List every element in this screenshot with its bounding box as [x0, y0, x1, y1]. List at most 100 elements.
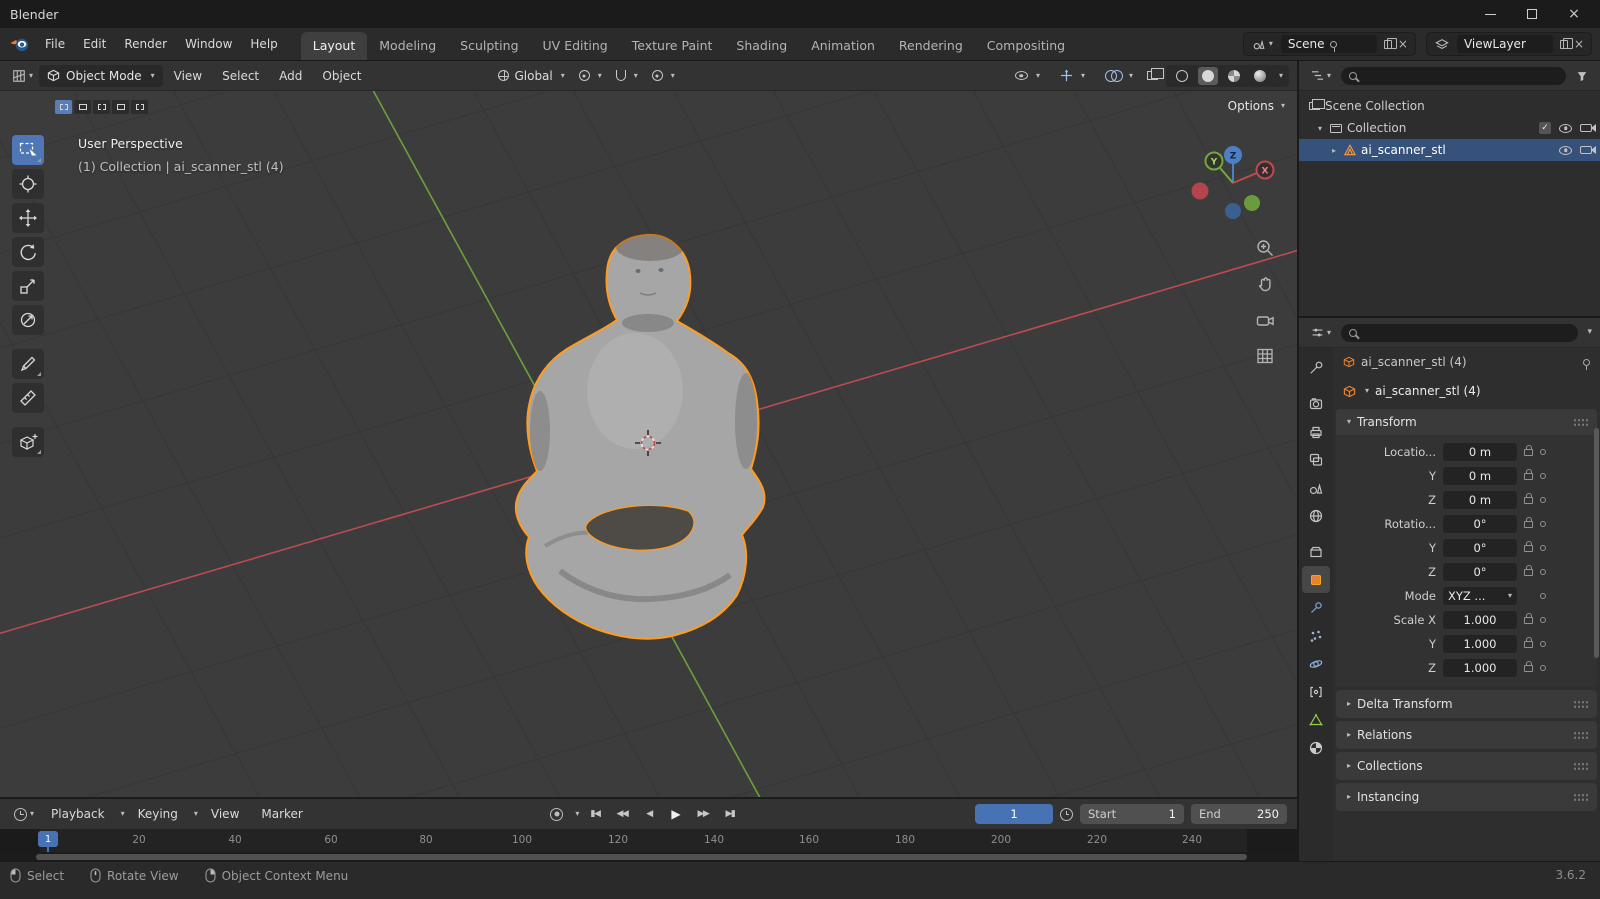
- rotation-x-field[interactable]: 0°: [1443, 515, 1517, 533]
- jump-to-end-button[interactable]: ▶▮: [718, 804, 741, 824]
- timeline-scrollbar[interactable]: [0, 852, 1297, 861]
- tab-object[interactable]: [1302, 566, 1330, 593]
- xray-toggle[interactable]: [1146, 68, 1164, 80]
- select-mode-intersect[interactable]: [131, 100, 148, 114]
- tab-tool[interactable]: [1302, 354, 1330, 381]
- render-visibility-icon[interactable]: [1580, 124, 1596, 132]
- tab-texture-paint[interactable]: Texture Paint: [620, 32, 725, 60]
- tab-object-data[interactable]: [1302, 706, 1330, 733]
- transform-section-header[interactable]: ▾ Transform: [1336, 409, 1597, 435]
- auto-keyframe-button[interactable]: [545, 804, 568, 824]
- menu-file[interactable]: File: [36, 33, 74, 55]
- menu-timeline-view[interactable]: View: [202, 803, 248, 825]
- next-keyframe-button[interactable]: ▶▶: [691, 804, 714, 824]
- rotate-tool[interactable]: [12, 237, 44, 267]
- animate-dot[interactable]: [1540, 665, 1546, 671]
- maximize-button[interactable]: [1524, 6, 1540, 22]
- tab-scene[interactable]: [1302, 474, 1330, 501]
- drag-grip-icon[interactable]: [1573, 792, 1589, 802]
- select-mode-subtract[interactable]: [93, 100, 110, 114]
- render-visibility-icon[interactable]: [1580, 146, 1596, 154]
- close-button[interactable]: ×: [1566, 6, 1582, 22]
- object-name-field[interactable]: ai_scanner_stl (4): [1375, 384, 1481, 398]
- lock-icon[interactable]: [1524, 565, 1533, 576]
- location-z-field[interactable]: 0 m: [1443, 491, 1517, 509]
- jump-to-start-button[interactable]: ▮◀: [583, 804, 606, 824]
- end-frame-field[interactable]: End 250: [1190, 804, 1287, 824]
- menu-help[interactable]: Help: [241, 33, 286, 55]
- lock-icon[interactable]: [1524, 445, 1533, 456]
- measure-tool[interactable]: [12, 383, 44, 413]
- shading-material-button[interactable]: [1224, 67, 1244, 85]
- menu-render[interactable]: Render: [115, 33, 176, 55]
- rotation-z-field[interactable]: 0°: [1443, 563, 1517, 581]
- tab-layout[interactable]: Layout: [300, 32, 368, 60]
- outliner-search-field[interactable]: [1341, 66, 1566, 85]
- tab-shading[interactable]: Shading: [724, 32, 799, 60]
- current-frame-field[interactable]: 1: [974, 804, 1053, 824]
- options-dropdown[interactable]: Options ▾: [1228, 99, 1285, 113]
- properties-scrollbar[interactable]: [1594, 428, 1599, 658]
- tab-view-layer[interactable]: [1302, 446, 1330, 473]
- cursor-tool[interactable]: [12, 169, 44, 199]
- drag-grip-icon[interactable]: [1573, 417, 1589, 427]
- show-gizmo-dropdown[interactable]: ▾: [1054, 69, 1091, 82]
- tab-modeling[interactable]: Modeling: [367, 32, 448, 60]
- hide-eye-icon[interactable]: [1559, 123, 1572, 133]
- prev-keyframe-button[interactable]: ◀◀: [610, 804, 633, 824]
- menu-add[interactable]: Add: [270, 65, 311, 87]
- animate-dot[interactable]: [1540, 593, 1546, 599]
- navigation-gizmo[interactable]: Z Y X: [1191, 141, 1275, 225]
- animate-dot[interactable]: [1540, 617, 1546, 623]
- object-mode-dropdown[interactable]: Object Mode ▾: [39, 64, 163, 87]
- timeline-ruler[interactable]: 20 40 60 80 100 120 140 160 180 200 220 …: [0, 829, 1297, 861]
- minimize-button[interactable]: [1482, 6, 1498, 22]
- scrollbar-thumb[interactable]: [36, 853, 1247, 860]
- location-x-field[interactable]: 0 m: [1443, 443, 1517, 461]
- move-tool[interactable]: [12, 203, 44, 233]
- select-box-tool[interactable]: [12, 135, 44, 165]
- properties-filter-dropdown[interactable]: ▾: [1587, 328, 1592, 337]
- outliner-row-collection[interactable]: ▾ Collection ✓: [1299, 117, 1600, 139]
- select-mode-invert[interactable]: [112, 100, 129, 114]
- rotation-y-field[interactable]: 0°: [1443, 539, 1517, 557]
- menu-playback[interactable]: Playback: [42, 803, 114, 825]
- animate-dot[interactable]: [1540, 497, 1546, 503]
- tab-constraints[interactable]: [1302, 678, 1330, 705]
- collections-section-header[interactable]: ▸ Collections: [1336, 752, 1597, 780]
- select-mode-new[interactable]: [55, 100, 72, 114]
- drag-grip-icon[interactable]: [1573, 699, 1589, 709]
- menu-window[interactable]: Window: [176, 33, 241, 55]
- properties-search-field[interactable]: [1341, 323, 1579, 342]
- annotate-tool[interactable]: [12, 349, 44, 379]
- viewport-3d[interactable]: User Perspective (1) Collection | ai_sca…: [0, 91, 1297, 797]
- new-scene-button[interactable]: [1381, 37, 1397, 49]
- unlink-scene-button[interactable]: ×: [1395, 37, 1411, 51]
- tab-collection[interactable]: [1302, 538, 1330, 565]
- animate-dot[interactable]: [1540, 545, 1546, 551]
- animate-dot[interactable]: [1540, 569, 1546, 575]
- tab-render[interactable]: [1302, 390, 1330, 417]
- lock-icon[interactable]: [1524, 541, 1533, 552]
- overlays-dropdown[interactable]: ▾: [1099, 70, 1139, 82]
- instancing-section-header[interactable]: ▸ Instancing: [1336, 783, 1597, 811]
- delta-transform-section-header[interactable]: ▸ Delta Transform: [1336, 690, 1597, 718]
- animate-dot[interactable]: [1540, 521, 1546, 527]
- editor-type-button[interactable]: ▾: [8, 67, 37, 85]
- drag-grip-icon[interactable]: [1573, 730, 1589, 740]
- lock-icon[interactable]: [1524, 637, 1533, 648]
- select-mode-extend[interactable]: [74, 100, 91, 114]
- properties-editor-type-button[interactable]: ▾: [1307, 324, 1335, 341]
- ortho-toggle-button[interactable]: [1253, 344, 1277, 368]
- playback-sync-icon[interactable]: [1059, 807, 1073, 821]
- lock-icon[interactable]: [1524, 517, 1533, 528]
- tab-sculpting[interactable]: Sculpting: [448, 32, 530, 60]
- scale-y-field[interactable]: 1.000: [1443, 635, 1517, 653]
- menu-object[interactable]: Object: [313, 65, 370, 87]
- collection-checkbox[interactable]: ✓: [1539, 122, 1551, 134]
- animate-dot[interactable]: [1540, 473, 1546, 479]
- location-y-field[interactable]: 0 m: [1443, 467, 1517, 485]
- pan-button[interactable]: [1253, 272, 1277, 296]
- outliner-row-scene-collection[interactable]: Scene Collection: [1299, 95, 1600, 117]
- expand-icon[interactable]: ▸: [1329, 146, 1339, 155]
